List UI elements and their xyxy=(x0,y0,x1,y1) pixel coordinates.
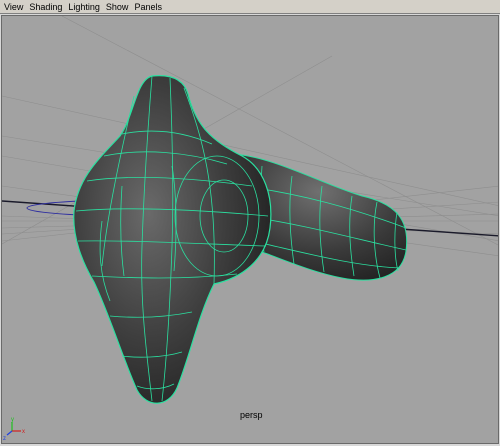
axis-gizmo: y x z xyxy=(3,417,25,442)
x-axis-label: x xyxy=(22,429,25,435)
camera-name-label: persp xyxy=(240,410,263,420)
z-axis-label: z xyxy=(3,436,6,442)
viewport-canvas[interactable]: persp y x z xyxy=(2,16,499,444)
menu-shading[interactable]: Shading xyxy=(26,1,65,13)
viewport-menubar: View Shading Lighting Show Panels xyxy=(0,0,500,14)
menu-view[interactable]: View xyxy=(0,1,26,13)
menu-show[interactable]: Show xyxy=(103,1,132,13)
z-axis-line xyxy=(6,430,13,436)
perspective-viewport[interactable]: persp y x z xyxy=(1,15,499,444)
menu-panels[interactable]: Panels xyxy=(131,1,165,13)
y-axis-label: y xyxy=(11,417,14,423)
menu-lighting[interactable]: Lighting xyxy=(65,1,103,13)
